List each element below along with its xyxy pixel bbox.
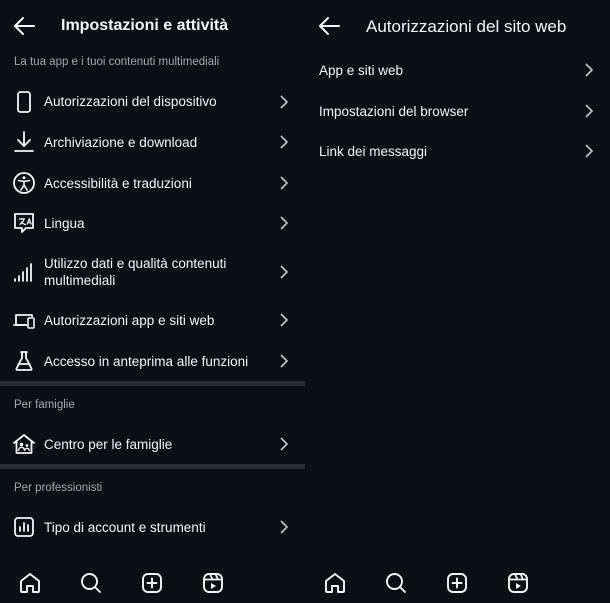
download-icon — [14, 131, 34, 152]
page-title: Impostazioni e attività — [61, 17, 229, 34]
menu-item-preview-features[interactable]: Accesso in anteprima alle funzioni — [0, 345, 305, 377]
back-arrow-icon[interactable] — [12, 15, 36, 37]
laptop-phone-icon — [13, 314, 35, 329]
create-icon[interactable] — [140, 571, 164, 595]
reels-icon[interactable] — [506, 571, 530, 595]
menu-item-label: Impostazioni del browser — [319, 104, 469, 119]
menu-item-label: Utilizzo dati e qualità contenuti multim… — [44, 256, 227, 288]
home-icon[interactable] — [18, 571, 42, 595]
menu-item-app-web-permissions[interactable]: Autorizzazioni app e siti web — [0, 304, 305, 336]
create-icon[interactable] — [445, 571, 469, 595]
bottom-nav — [0, 560, 305, 603]
menu-item-label: Autorizzazioni del dispositivo — [44, 94, 217, 109]
website-permissions-header: Autorizzazioni del sito web — [305, 0, 610, 52]
menu-item-browser-settings[interactable]: Impostazioni del browser — [305, 95, 610, 127]
phone-icon — [17, 91, 31, 113]
chevron-right-icon — [280, 216, 289, 230]
chevron-right-icon — [280, 95, 289, 109]
chevron-right-icon — [280, 437, 289, 451]
settings-panel: Impostazioni e attività La tua app e i t… — [0, 0, 305, 603]
signal-icon — [14, 263, 32, 282]
menu-item-label: App e siti web — [319, 63, 404, 78]
home-icon[interactable] — [323, 571, 347, 595]
menu-item-family-center[interactable]: Centro per le famiglie — [0, 428, 305, 460]
bottom-nav — [305, 560, 610, 603]
bar-chart-icon — [14, 517, 34, 537]
chevron-right-icon — [280, 520, 289, 534]
menu-item-account-type-tools[interactable]: Tipo di account e strumenti — [0, 511, 305, 543]
section-label-professionals: Per professionisti — [14, 482, 103, 494]
section-label-app-media: La tua app e i tuoi contenuti multimedia… — [14, 56, 220, 68]
menu-item-data-usage[interactable]: Utilizzo dati e qualità contenuti multim… — [0, 250, 305, 294]
menu-item-message-links[interactable]: Link dei messaggi — [305, 135, 610, 167]
menu-item-label: Autorizzazioni app e siti web — [44, 313, 215, 328]
page-title: Autorizzazioni del sito web — [366, 17, 567, 36]
chevron-right-icon — [280, 135, 289, 149]
menu-item-label: Tipo di account e strumenti — [44, 520, 206, 535]
menu-item-label: Accessibilità e traduzioni — [44, 176, 192, 191]
accessibility-icon — [13, 172, 35, 194]
website-permissions-panel: Autorizzazioni del sito web App e siti w… — [305, 0, 610, 603]
menu-item-label: Lingua — [44, 216, 85, 231]
menu-item-label: Link dei messaggi — [319, 144, 428, 159]
chevron-right-icon — [585, 144, 594, 158]
search-icon[interactable] — [79, 571, 103, 595]
chevron-right-icon — [280, 176, 289, 190]
menu-item-language[interactable]: Lingua — [0, 207, 305, 239]
family-home-icon — [13, 434, 35, 454]
menu-item-label: Centro per le famiglie — [44, 437, 173, 452]
menu-item-label: Archiviazione e download — [44, 135, 198, 150]
translate-icon — [14, 213, 34, 233]
menu-item-storage-download[interactable]: Archiviazione e download — [0, 126, 305, 158]
section-divider — [0, 464, 305, 469]
chevron-right-icon — [585, 104, 594, 118]
section-divider — [0, 381, 305, 386]
menu-item-label: Accesso in anteprima alle funzioni — [44, 354, 249, 369]
settings-header: Impostazioni e attività — [0, 0, 305, 52]
search-icon[interactable] — [384, 571, 408, 595]
chevron-right-icon — [280, 265, 289, 279]
section-label-families: Per famiglie — [14, 399, 75, 411]
chevron-right-icon — [585, 63, 594, 77]
chevron-right-icon — [280, 313, 289, 327]
menu-item-device-permissions[interactable]: Autorizzazioni del dispositivo — [0, 86, 305, 118]
flask-icon — [15, 351, 33, 371]
chevron-right-icon — [280, 354, 289, 368]
menu-item-apps-websites[interactable]: App e siti web — [305, 54, 610, 86]
reels-icon[interactable] — [201, 571, 225, 595]
back-arrow-icon[interactable] — [317, 15, 341, 37]
menu-item-accessibility[interactable]: Accessibilità e traduzioni — [0, 167, 305, 199]
